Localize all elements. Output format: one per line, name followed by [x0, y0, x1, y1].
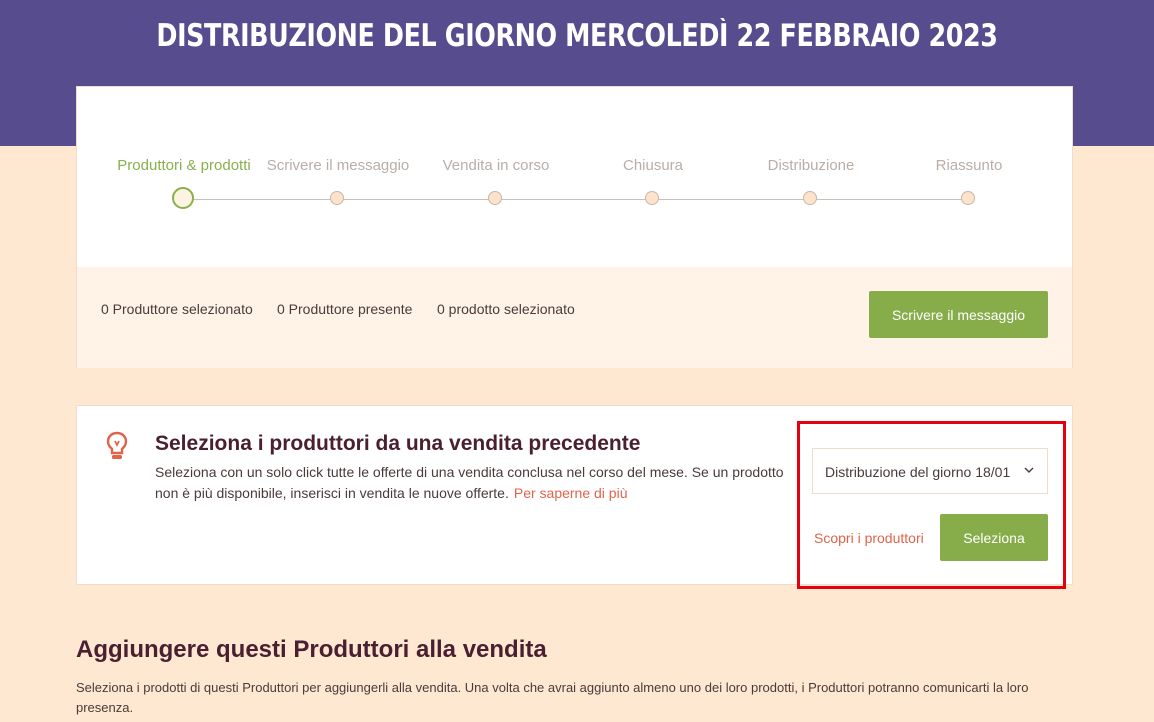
previous-sale-description-text: Seleziona con un solo click tutte le off… — [155, 464, 784, 501]
step-label: Chiusura — [622, 157, 684, 174]
step-chiusura[interactable]: Chiusura — [573, 135, 733, 205]
highlight-box — [797, 421, 1066, 589]
step-produttori-prodotti[interactable]: Produttori & prodotti — [104, 135, 264, 209]
step-label: Produttori & prodotti — [117, 157, 251, 174]
step-scrivere-messaggio[interactable]: Scrivere il messaggio — [258, 135, 418, 205]
step-dot — [803, 191, 817, 205]
producers-present-count: 0 Produttore presente — [277, 301, 413, 317]
step-dot — [330, 191, 344, 205]
step-vendita-in-corso[interactable]: Vendita in corso — [416, 135, 576, 205]
write-message-button[interactable]: Scrivere il messaggio — [869, 291, 1048, 338]
add-producers-title: Aggiungere questi Produttori alla vendit… — [76, 636, 547, 663]
step-riassunto[interactable]: Riassunto — [889, 135, 1049, 205]
steps-card: Produttori & prodotti Scrivere il messag… — [76, 86, 1073, 368]
page-title: DISTRIBUZIONE DEL GIORNO MERCOLEDÌ 22 FE… — [156, 18, 998, 54]
step-dot — [488, 191, 502, 205]
step-label: Vendita in corso — [442, 157, 550, 174]
step-label: Scrivere il messaggio — [266, 157, 410, 174]
add-producers-description: Seleziona i prodotti di questi Produttor… — [76, 680, 1029, 715]
learn-more-link[interactable]: Per saperne di più — [514, 485, 628, 501]
step-dot — [172, 187, 194, 209]
selection-summary-bar: 0 Produttore selezionato 0 Produttore pr… — [77, 267, 1072, 368]
step-distribuzione[interactable]: Distribuzione — [731, 135, 891, 205]
steps-progress-line — [185, 199, 971, 200]
step-dot — [645, 191, 659, 205]
products-selected-count: 0 prodotto selezionato — [437, 301, 575, 317]
step-label: Distribuzione — [767, 157, 855, 174]
lightbulb-icon — [106, 431, 128, 459]
previous-sale-title: Seleziona i produttori da una vendita pr… — [155, 432, 641, 455]
step-dot — [961, 191, 975, 205]
step-label: Riassunto — [935, 157, 1003, 174]
previous-sale-description: Seleziona con un solo click tutte le off… — [155, 462, 795, 504]
producers-selected-count: 0 Produttore selezionato — [101, 301, 253, 317]
